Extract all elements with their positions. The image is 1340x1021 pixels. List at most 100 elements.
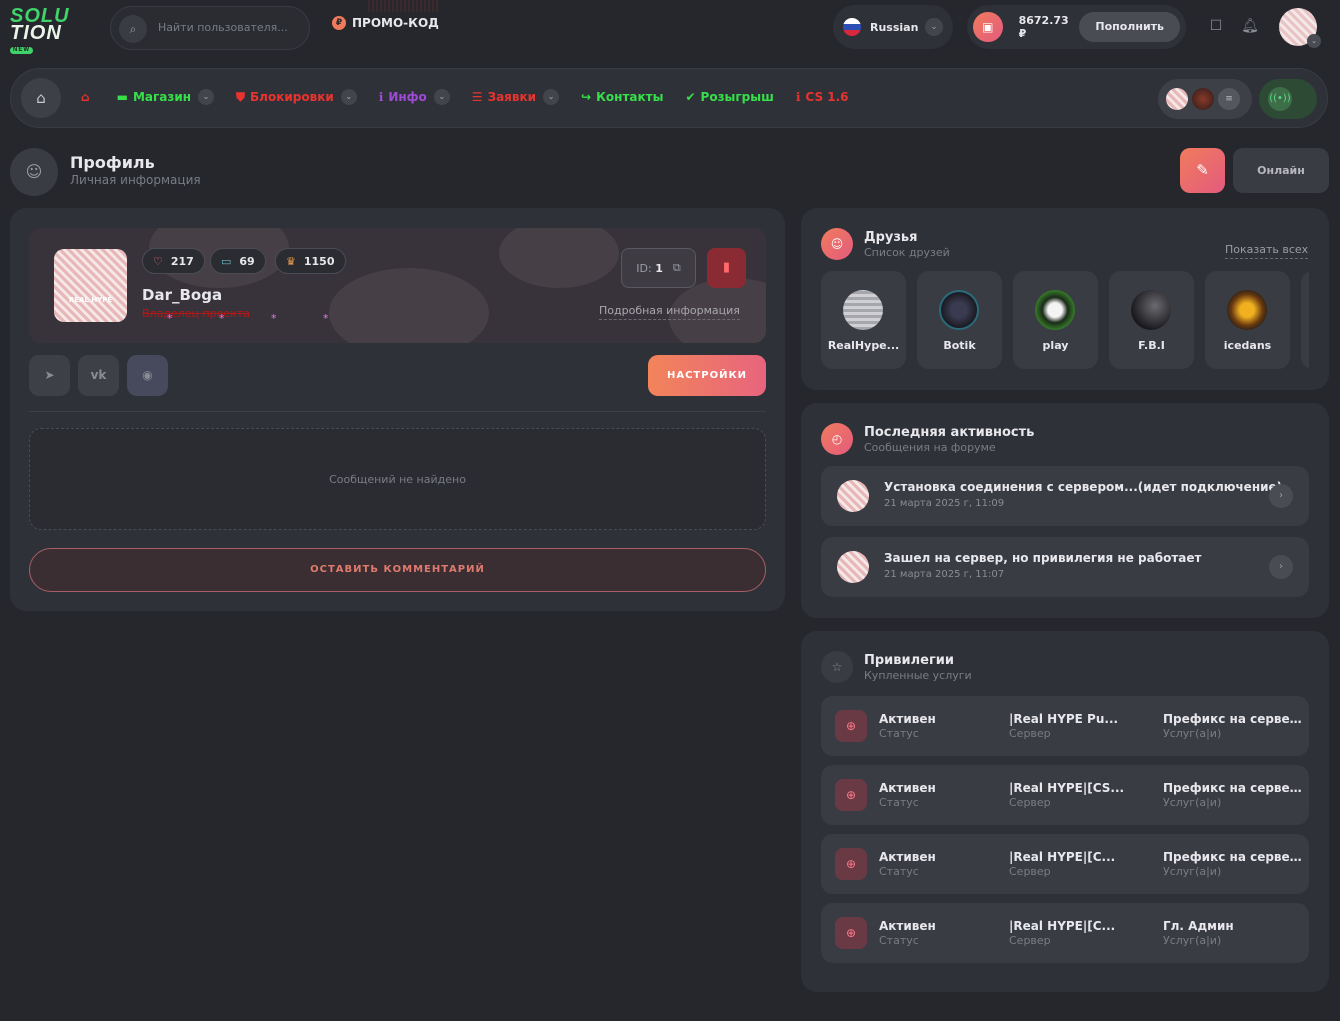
nav-item-label: Магазин — [132, 90, 192, 104]
vk-button[interactable]: vk — [78, 355, 119, 396]
status-caption: Статус — [879, 934, 919, 947]
chevron-down-icon: ⌄ — [1307, 34, 1321, 48]
activity-item[interactable]: Установка соединения с сервером...(идет … — [821, 466, 1309, 526]
steam-icon: ◉ — [142, 368, 153, 382]
activity-avatar — [837, 480, 869, 512]
service-caption: Услуг(а|и) — [1163, 865, 1222, 878]
friend-avatar — [1164, 86, 1190, 112]
privilege-row[interactable]: ⊕ Активен Статус |Real HYPE Pu... Сервер Преф… — [821, 696, 1309, 756]
service-caption: Услуг(а|и) — [1163, 727, 1222, 740]
nav-item-5[interactable]: ↪ Контакты — [581, 90, 663, 104]
friends-list: RealHype... Botik play F.B.I icedans — [821, 271, 1309, 369]
activity-item-date: 21 марта 2025 г, 11:09 — [884, 498, 1005, 509]
friend-item[interactable] — [1301, 271, 1309, 369]
friend-name: Botik — [943, 339, 976, 352]
nav-icon: ℹ — [795, 90, 801, 104]
friend-avatar — [1035, 290, 1075, 330]
nav-item-3[interactable]: ℹ Инфо ⌄ — [379, 89, 450, 105]
nav-item-6[interactable]: ✔ Розыгрыш — [685, 90, 773, 104]
friend-avatar — [939, 290, 979, 330]
divider — [29, 411, 766, 412]
user-id-box[interactable]: ID: 1 ⧉ — [621, 248, 696, 288]
leave-comment-button[interactable]: ОСТАВИТЬ КОММЕНТАРИЙ — [29, 548, 766, 592]
show-all-friends-link[interactable]: Показать всех — [1225, 243, 1309, 259]
friend-name: play — [1042, 339, 1069, 352]
username: Dar_Boga — [142, 286, 223, 304]
friend-item[interactable]: play — [1013, 271, 1098, 369]
ban-icon[interactable]: ▮ — [707, 248, 746, 288]
promo-code-label: ПРОМО-КОД — [352, 16, 439, 30]
messages-count: 69 — [239, 254, 255, 268]
bolt-icon: ⊕ — [835, 848, 867, 880]
privileges-card: ☆ Привилегии Купленные услуги ⊕ Активен Ст… — [801, 631, 1329, 992]
friend-avatar — [1131, 290, 1171, 330]
promo-code-button[interactable]: ₽ ПРОМО-КОД — [332, 16, 439, 30]
chevron-down-icon[interactable]: ⌄ — [433, 89, 450, 105]
telegram-button[interactable]: ➤ — [29, 355, 70, 396]
friend-avatar — [1227, 290, 1267, 330]
likes-badge: ♡ 217 — [142, 248, 205, 274]
message-icon: ▭ — [221, 254, 232, 268]
nav-item-1[interactable]: ▬ Магазин ⌄ — [116, 89, 215, 105]
home-button[interactable]: ⌂ — [21, 78, 61, 118]
broadcast-icon: ((•)) — [1268, 87, 1292, 111]
nav-item-4[interactable]: ☰ Заявки ⌄ — [471, 89, 560, 105]
server-caption: Сервер — [1009, 796, 1051, 809]
activity-item[interactable]: Зашел на сервер, но привилегия не работа… — [821, 537, 1309, 597]
more-info-link[interactable]: Подробная информация — [599, 304, 740, 320]
chevron-down-icon[interactable]: ⌄ — [543, 89, 560, 105]
nav-item-2[interactable]: ⛊ Блокировки ⌄ — [236, 89, 357, 105]
privilege-row[interactable]: ⊕ Активен Статус |Real HYPE|[CS... Сервер Пре… — [821, 765, 1309, 825]
nav-icon: ▬ — [116, 90, 128, 104]
nav-icon: ℹ — [378, 90, 384, 104]
privilege-row[interactable]: ⊕ Активен Статус |Real HYPE|[C... Сервер Гл. … — [821, 903, 1309, 963]
users-icon: ☺ — [821, 228, 853, 260]
profile-banner: REAL HYPE ♡ 217 ▭ 69 ♛ 1150 Dar_Boga Владел… — [29, 228, 766, 343]
friend-item[interactable]: Botik — [917, 271, 1002, 369]
friend-item[interactable]: RealHype... — [821, 271, 906, 369]
user-avatar[interactable]: ⌄ — [1279, 8, 1321, 48]
steam-button[interactable]: ◉ — [127, 355, 168, 396]
chevron-down-icon[interactable]: ⌄ — [340, 89, 357, 105]
site-logo[interactable]: SOLU TION NEW — [10, 6, 90, 55]
profile-avatar[interactable]: REAL HYPE — [54, 249, 127, 322]
chevron-right-icon[interactable]: › — [1269, 555, 1293, 579]
privilege-service: Префикс на сервере... — [1163, 712, 1307, 726]
telegram-icon: ➤ — [44, 368, 55, 382]
nav-item-7[interactable]: ℹ CS 1.6 — [796, 90, 849, 104]
friend-avatar — [1190, 86, 1216, 112]
balance-amount: 8672.73 ₽ — [1018, 14, 1069, 40]
nav-icon: ☰ — [471, 90, 483, 104]
chevron-down-icon[interactable]: ⌄ — [198, 89, 215, 105]
sparkle-icon: * — [167, 312, 173, 325]
settings-button[interactable]: НАСТРОЙКИ — [648, 355, 766, 396]
privilege-server: |Real HYPE|[CS... — [1009, 781, 1125, 795]
friend-item[interactable]: icedans — [1205, 271, 1290, 369]
online-friends[interactable]: ≡ — [1158, 79, 1252, 119]
edit-profile-button[interactable]: ✎ — [1180, 148, 1225, 193]
topup-button[interactable]: Пополнить — [1079, 12, 1180, 42]
privilege-service: Гл. Админ — [1163, 919, 1234, 933]
online-status-button[interactable]: Онлайн — [1233, 148, 1329, 193]
page-subtitle: Личная информация — [70, 173, 201, 187]
status-caption: Статус — [879, 865, 919, 878]
online-status-toggle[interactable]: ((•)) — [1259, 79, 1317, 119]
privilege-status: Активен — [879, 712, 936, 726]
chevron-right-icon[interactable]: › — [1269, 484, 1293, 508]
bell-icon[interactable]: 🔔︎ — [1241, 18, 1259, 36]
activity-title: Последняя активность — [864, 424, 1035, 440]
friend-item[interactable]: F.B.I — [1109, 271, 1194, 369]
chat-icon[interactable]: ☐ — [1207, 18, 1225, 36]
nav-item-0[interactable]: ⌂ — [81, 90, 95, 104]
nav-icon: ↪ — [581, 90, 592, 104]
language-selector[interactable]: Russian ⌄ — [833, 5, 953, 49]
menu-icon: ≡ — [1216, 86, 1242, 112]
privilege-server: |Real HYPE|[C... — [1009, 850, 1116, 864]
service-caption: Услуг(а|и) — [1163, 796, 1222, 809]
id-value: 1 — [655, 261, 663, 275]
privilege-row[interactable]: ⊕ Активен Статус |Real HYPE|[C... Сервер Преф… — [821, 834, 1309, 894]
user-search[interactable]: ⌕ Найти пользователя... — [110, 6, 310, 50]
privileges-subtitle: Купленные услуги — [864, 668, 972, 682]
balance-widget: ▣ 8672.73 ₽ Пополнить — [967, 5, 1186, 49]
search-input[interactable]: Найти пользователя... — [158, 21, 288, 34]
